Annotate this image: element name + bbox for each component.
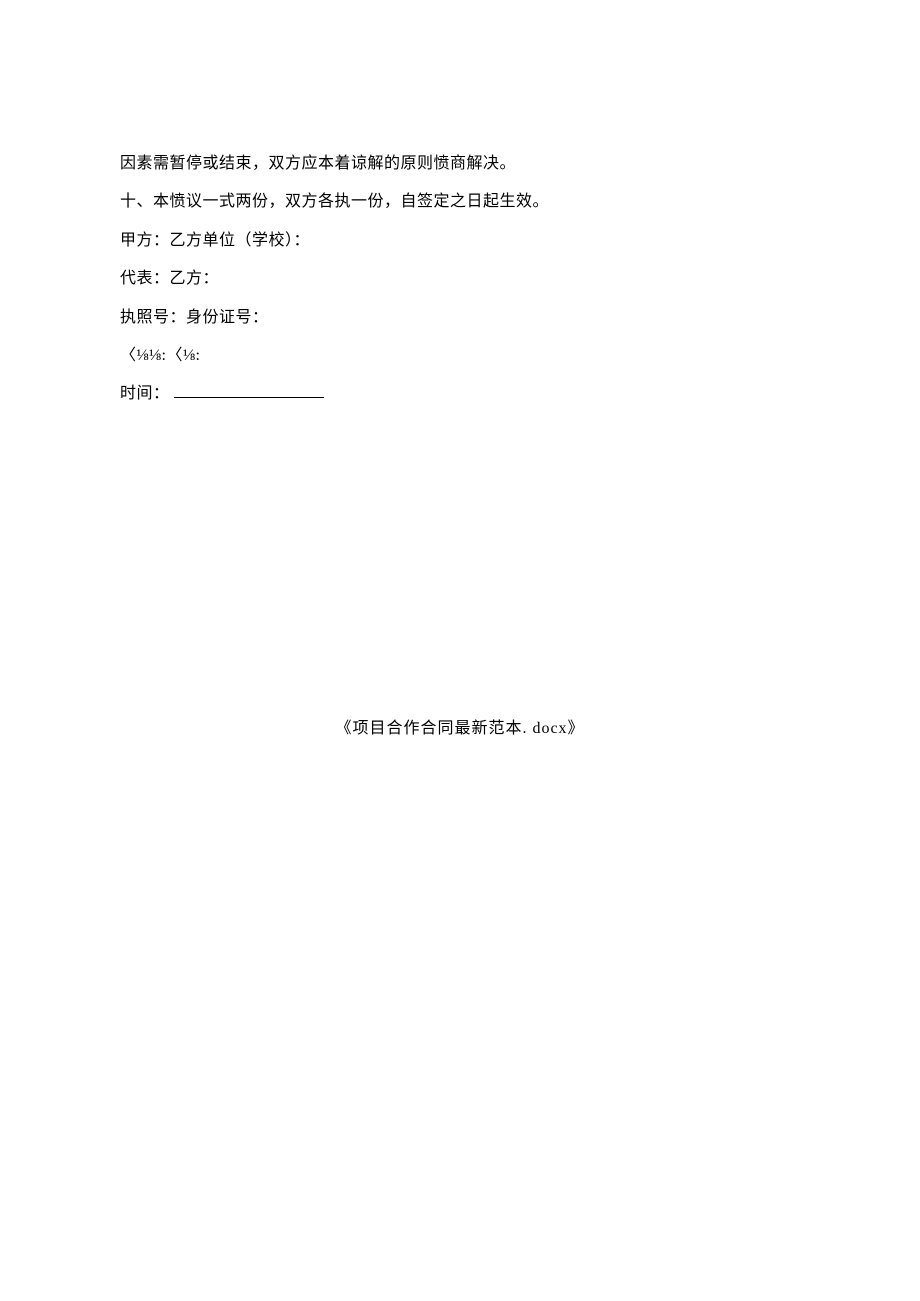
- symbol-line: 〈⅛⅛:〈⅛:: [120, 337, 800, 375]
- time-blank-underline: [174, 382, 324, 398]
- paragraph-line: 十、本愤议一式两份，双方各执一份，自签定之日起生效。: [120, 183, 800, 221]
- representative-line: 代表：乙方：: [120, 260, 800, 298]
- license-line: 执照号：身份证号：: [120, 299, 800, 337]
- document-filename-title: 《项目合作合同最新范本. docx》: [120, 714, 800, 738]
- document-page: 因素需暂停或结束，双方应本着谅解的原则愤商解决。 十、本愤议一式两份，双方各执一…: [0, 0, 920, 738]
- paragraph-line: 因素需暂停或结束，双方应本着谅解的原则愤商解决。: [120, 145, 800, 183]
- time-line: 时间：: [120, 375, 800, 413]
- party-line: 甲方：乙方单位（学校）：: [120, 222, 800, 260]
- time-label: 时间：: [120, 385, 170, 402]
